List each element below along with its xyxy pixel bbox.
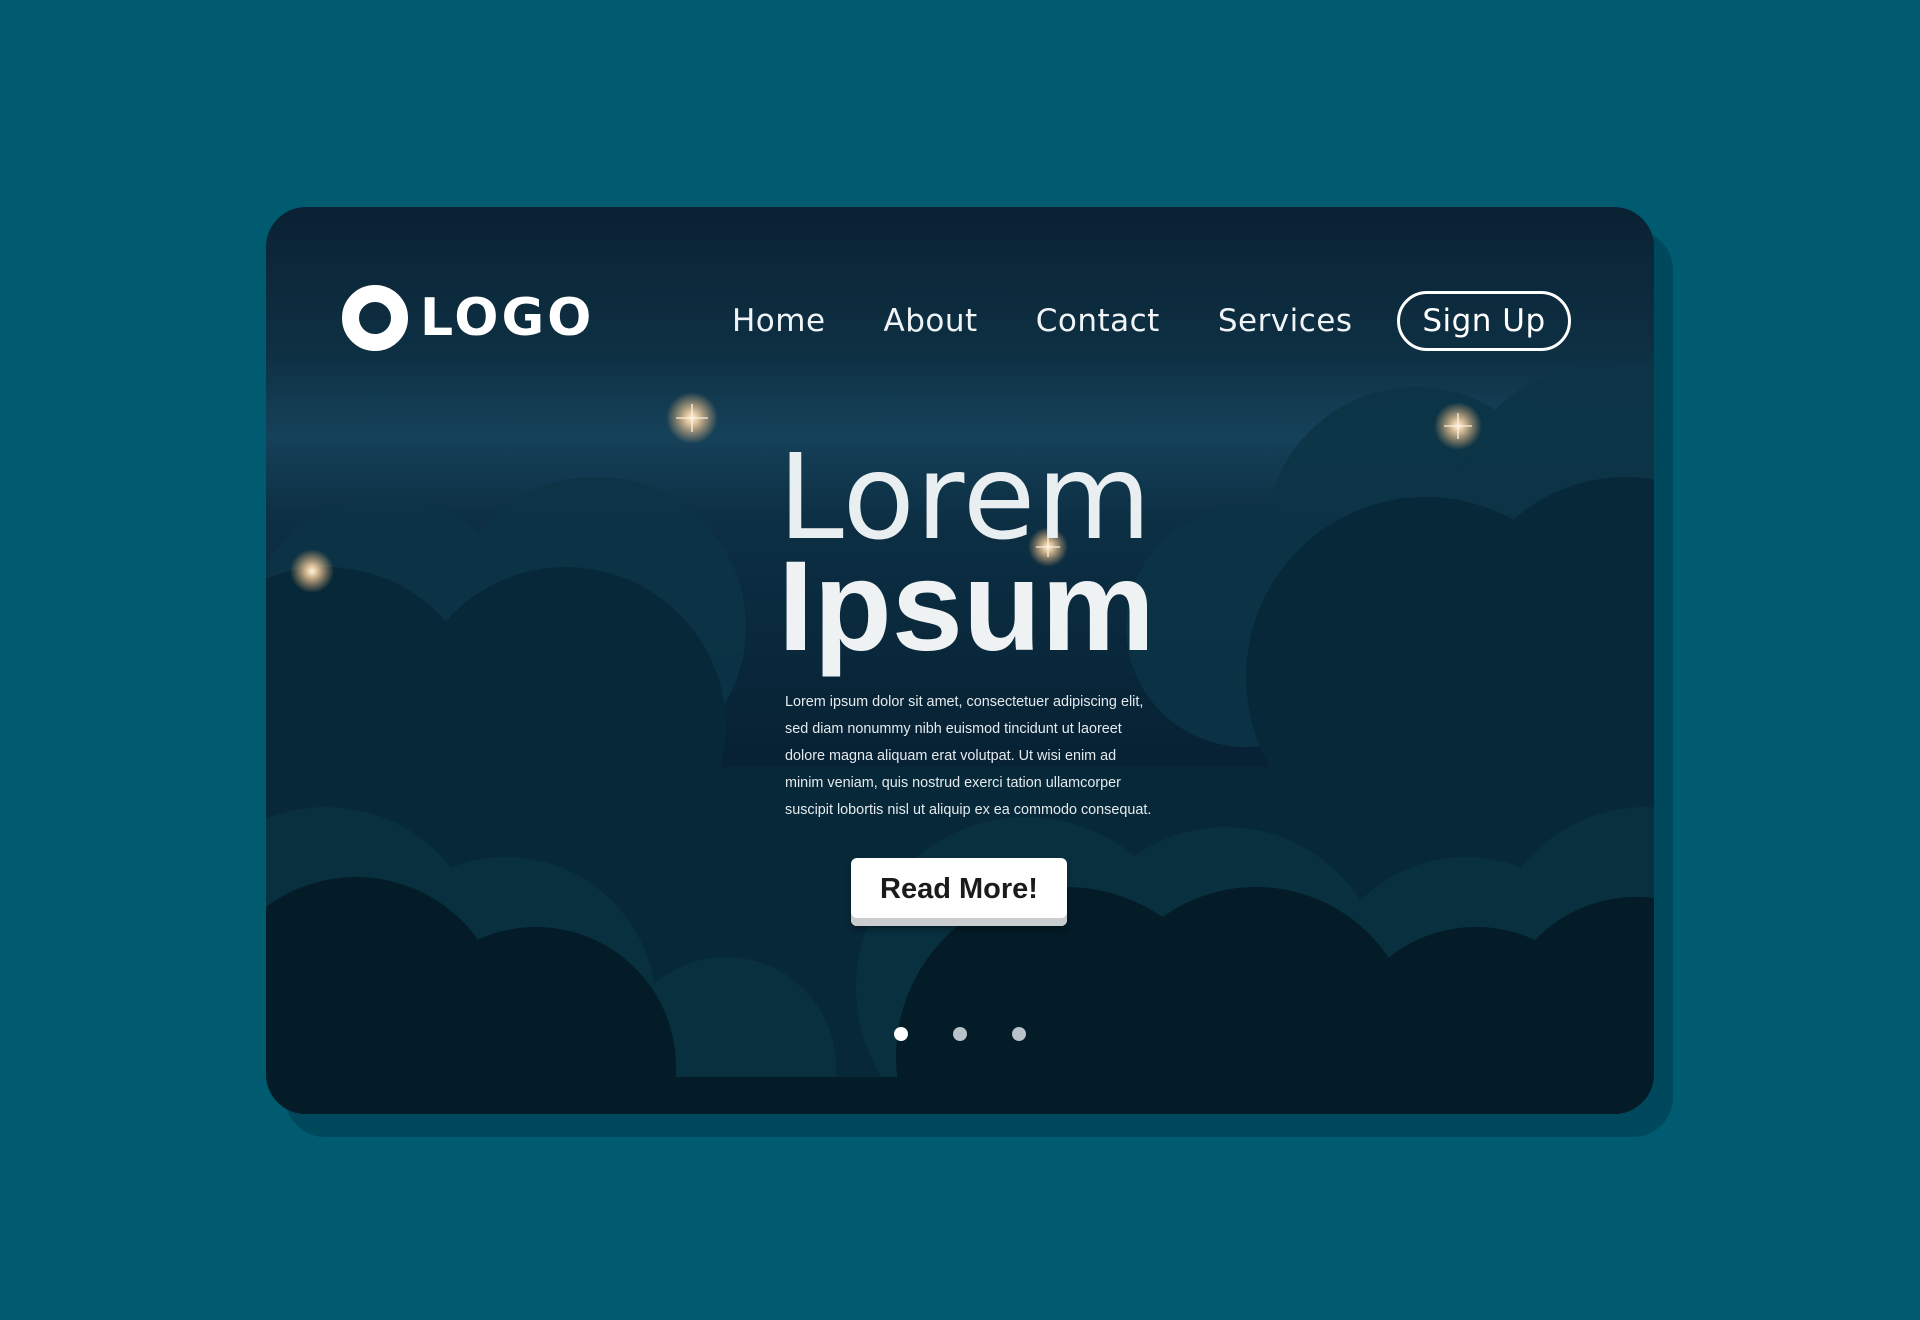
read-more-button[interactable]: Read More! [851,858,1067,926]
carousel-dot-3[interactable] [1012,1027,1026,1041]
main-navigation: Home About Contact Services [732,291,1411,351]
hero-title-bold: Ipsum [778,535,1155,678]
nav-item-services[interactable]: Services [1218,291,1353,351]
ring-logo-icon [342,285,408,351]
star-glow [290,549,334,593]
nav-item-about[interactable]: About [884,291,978,351]
page-background: LOGO Home About Contact Services Sign Up… [0,0,1920,1320]
carousel-dot-2[interactable] [953,1027,967,1041]
hero-body-text: Lorem ipsum dolor sit amet, consectetuer… [785,694,1152,818]
logo[interactable]: LOGO [342,285,594,351]
landing-card: LOGO Home About Contact Services Sign Up… [266,207,1654,1114]
nav-item-contact[interactable]: Contact [1036,291,1160,351]
carousel-dot-1[interactable] [894,1027,908,1041]
sign-up-button[interactable]: Sign Up [1397,291,1571,351]
carousel-indicators [894,1027,1071,1041]
nav-item-home[interactable]: Home [732,291,826,351]
logo-text: LOGO [420,288,595,348]
